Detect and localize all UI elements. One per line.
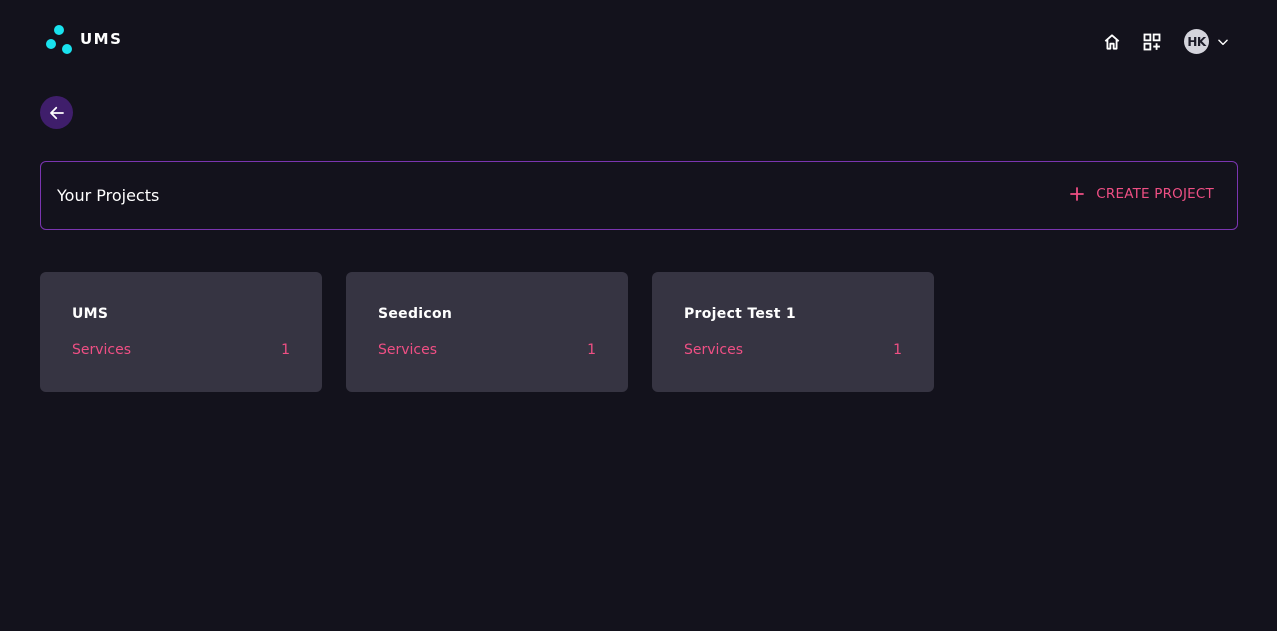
chevron-down-icon	[1215, 34, 1231, 50]
services-count: 1	[893, 342, 902, 358]
services-row: Services 1	[684, 342, 902, 358]
project-card-seedicon[interactable]: Seedicon Services 1	[346, 272, 628, 392]
project-card-ums[interactable]: UMS Services 1	[40, 272, 322, 392]
plus-icon	[1070, 187, 1085, 201]
back-button[interactable]	[40, 96, 73, 129]
avatar: HK	[1184, 29, 1209, 54]
logo-text: UMS	[80, 30, 123, 48]
home-button[interactable]	[1100, 30, 1124, 54]
project-name: Seedicon	[378, 306, 453, 322]
projects-header-bar: Your Projects CREATE PROJECT	[40, 161, 1238, 230]
top-header: UMS HK	[0, 0, 1277, 84]
create-project-label: CREATE PROJECT	[1096, 186, 1214, 202]
home-icon	[1104, 33, 1120, 50]
services-label: Services	[684, 342, 744, 358]
project-cards: UMS Services 1 Seedicon Services 1 Proje…	[40, 272, 958, 392]
apps-grid-button[interactable]	[1140, 30, 1164, 54]
services-label: Services	[378, 342, 438, 358]
header-actions: HK	[1100, 29, 1231, 54]
logo-dots-icon	[46, 24, 74, 54]
services-label: Services	[72, 342, 132, 358]
create-project-button[interactable]: CREATE PROJECT	[1070, 186, 1214, 202]
project-card-project-test-1[interactable]: Project Test 1 Services 1	[652, 272, 934, 392]
grid-add-icon	[1143, 33, 1161, 50]
page-title: Your Projects	[57, 186, 160, 205]
services-count: 1	[587, 342, 596, 358]
user-menu[interactable]: HK	[1184, 29, 1231, 54]
arrow-left-icon	[49, 106, 64, 119]
app-logo[interactable]: UMS	[46, 24, 122, 54]
services-row: Services 1	[378, 342, 596, 358]
project-name: Project Test 1	[684, 306, 796, 322]
project-name: UMS	[72, 306, 109, 322]
services-count: 1	[281, 342, 290, 358]
services-row: Services 1	[72, 342, 290, 358]
